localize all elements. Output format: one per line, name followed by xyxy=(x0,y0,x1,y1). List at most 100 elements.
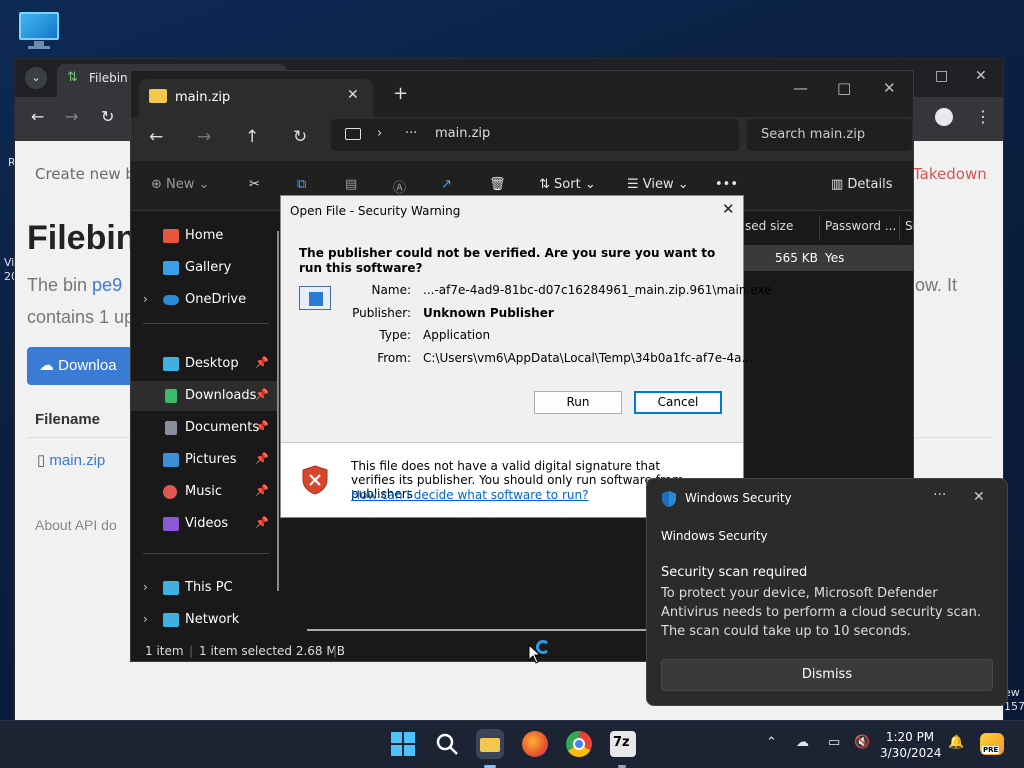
refresh-icon[interactable]: ↻ xyxy=(293,127,307,147)
sidebar-item-videos[interactable]: Videos 📌 xyxy=(131,509,279,539)
sidebar-scrollbar[interactable] xyxy=(277,231,279,591)
sidebar-item-this-pc[interactable]: › This PC xyxy=(131,573,279,603)
file-row[interactable]: ▯ main.zip xyxy=(37,451,105,469)
more-options-icon[interactable]: ··· xyxy=(933,487,946,503)
start-icon[interactable] xyxy=(390,731,416,757)
pin-icon: 📌 xyxy=(255,388,269,401)
new-button[interactable]: ⊕ New ⌄ xyxy=(151,177,209,192)
home-icon xyxy=(163,229,179,243)
column-header-compressed-size[interactable]: sed size xyxy=(745,219,793,233)
create-new-bin-link[interactable]: Create new b xyxy=(35,165,135,183)
type-value: Application xyxy=(423,328,491,342)
download-icon xyxy=(165,389,177,403)
from-value: C:\Users\vm6\AppData\Local\Temp\34b0a1fc… xyxy=(423,351,753,365)
sidebar-item-documents[interactable]: Documents 📌 xyxy=(131,413,279,443)
monitor-icon xyxy=(19,12,59,40)
horizontal-scrollbar[interactable] xyxy=(307,629,647,631)
takedown-link[interactable]: Takedown xyxy=(913,165,987,183)
address-segment[interactable]: main.zip xyxy=(435,126,490,141)
forward-icon[interactable]: → xyxy=(65,107,78,126)
notification-heading: Security scan required xyxy=(661,565,808,580)
new-tab-icon[interactable]: + xyxy=(393,83,408,104)
explorer-tab[interactable]: main.zip ✕ xyxy=(139,79,373,117)
from-label: From: xyxy=(377,351,411,365)
close-icon[interactable]: ✕ xyxy=(883,79,896,97)
back-icon[interactable]: ← xyxy=(149,127,163,147)
search-icon[interactable] xyxy=(434,731,460,757)
firefox-icon[interactable] xyxy=(522,731,548,757)
rename-icon[interactable]: Ⓐ xyxy=(393,177,406,196)
minimize-icon[interactable]: — xyxy=(793,79,808,97)
close-icon[interactable]: ✕ xyxy=(722,200,735,218)
clock[interactable]: 1:20 PM 3/30/2024 xyxy=(880,729,942,761)
close-icon[interactable]: ✕ xyxy=(973,489,985,505)
chevron-right-icon: › xyxy=(377,126,383,141)
this-pc-desktop-icon[interactable] xyxy=(16,10,62,50)
bin-link[interactable]: pe9 xyxy=(92,275,122,295)
copy-icon[interactable]: ⧉ xyxy=(297,177,306,192)
name-label: Name: xyxy=(371,283,411,297)
file-icon: ▯ xyxy=(37,452,50,469)
sidebar-item-home[interactable]: Home xyxy=(131,221,279,251)
sidebar-item-gallery[interactable]: Gallery xyxy=(131,253,279,283)
paste-icon[interactable]: ▤ xyxy=(345,177,357,192)
close-icon[interactable]: ✕ xyxy=(975,68,987,84)
column-header-size[interactable]: Si xyxy=(905,219,916,233)
bin-description-tail: ow. It xyxy=(915,275,958,295)
details-button[interactable]: ▥ Details xyxy=(831,177,893,192)
chevron-right-icon[interactable]: › xyxy=(143,292,148,306)
address-bar[interactable]: › ··· main.zip xyxy=(331,119,739,151)
sidebar-item-desktop[interactable]: Desktop 📌 xyxy=(131,349,279,379)
display-icon[interactable]: ▭ xyxy=(828,735,840,750)
copilot-icon[interactable]: PRE xyxy=(980,733,1004,755)
edge-fragment: 157 xyxy=(1004,700,1024,713)
cut-icon[interactable]: ✂ xyxy=(249,177,260,192)
back-icon[interactable]: ← xyxy=(31,107,44,126)
edge-fragment: Vi xyxy=(4,256,15,269)
dialog-question: The publisher could not be verified. Are… xyxy=(299,246,716,275)
onedrive-offline-icon[interactable]: ☁ xyxy=(796,735,809,750)
help-link[interactable]: How can I decide what software to run? xyxy=(351,488,588,502)
forward-icon[interactable]: → xyxy=(197,127,211,147)
cancel-button[interactable]: Cancel xyxy=(634,391,722,414)
pin-icon: 📌 xyxy=(255,452,269,465)
chrome-icon[interactable] xyxy=(566,731,592,757)
desktop-icon xyxy=(163,357,179,371)
sidebar-item-network[interactable]: › Network xyxy=(131,605,279,635)
sidebar-item-pictures[interactable]: Pictures 📌 xyxy=(131,445,279,475)
menu-icon[interactable]: ⋮ xyxy=(975,107,991,126)
volume-muted-icon[interactable]: 🔇 xyxy=(854,735,870,750)
file-explorer-icon[interactable] xyxy=(476,729,504,759)
dismiss-button[interactable]: Dismiss xyxy=(661,659,993,691)
search-input[interactable]: Search main.zip xyxy=(747,119,912,151)
notification-bell-icon[interactable]: 🔔 xyxy=(948,735,964,750)
more-options-button[interactable]: ••• xyxy=(715,177,738,192)
maximize-icon[interactable]: □ xyxy=(837,79,851,97)
download-button[interactable]: ☁ Downloa xyxy=(27,347,137,385)
tab-search-button[interactable]: ⌄ xyxy=(25,67,47,89)
column-header-password[interactable]: Password ... xyxy=(825,219,896,233)
pc-icon xyxy=(345,128,361,140)
sidebar-item-downloads[interactable]: Downloads 📌 xyxy=(131,381,279,411)
chevron-right-icon[interactable]: › xyxy=(143,580,148,594)
profile-icon[interactable] xyxy=(935,108,953,126)
filename-header: Filename xyxy=(35,411,101,428)
delete-icon[interactable]: 🗑 xyxy=(489,177,506,192)
sidebar-item-onedrive[interactable]: › OneDrive xyxy=(131,285,279,315)
chevron-right-icon[interactable]: › xyxy=(143,612,148,626)
view-button[interactable]: ☰ View ⌄ xyxy=(627,177,689,192)
sort-button[interactable]: ⇅ Sort ⌄ xyxy=(539,177,596,192)
7zip-icon[interactable]: 7z xyxy=(610,731,636,757)
security-warning-dialog: Open File - Security Warning ✕ The publi… xyxy=(280,195,772,518)
chevron-up-icon[interactable]: ⌃ xyxy=(766,735,777,750)
sidebar-item-music[interactable]: Music 📌 xyxy=(131,477,279,507)
reload-icon[interactable]: ↻ xyxy=(101,107,114,126)
share-icon[interactable]: ↗ xyxy=(441,177,452,192)
run-button[interactable]: Run xyxy=(534,391,622,414)
bin-description: The bin pe9 xyxy=(27,275,123,295)
maximize-icon[interactable]: □ xyxy=(935,68,948,84)
more-locations-icon[interactable]: ··· xyxy=(405,126,417,141)
up-icon[interactable]: ↑ xyxy=(245,127,259,147)
footer-links[interactable]: About API do xyxy=(35,517,117,533)
close-tab-icon[interactable]: ✕ xyxy=(347,87,359,103)
